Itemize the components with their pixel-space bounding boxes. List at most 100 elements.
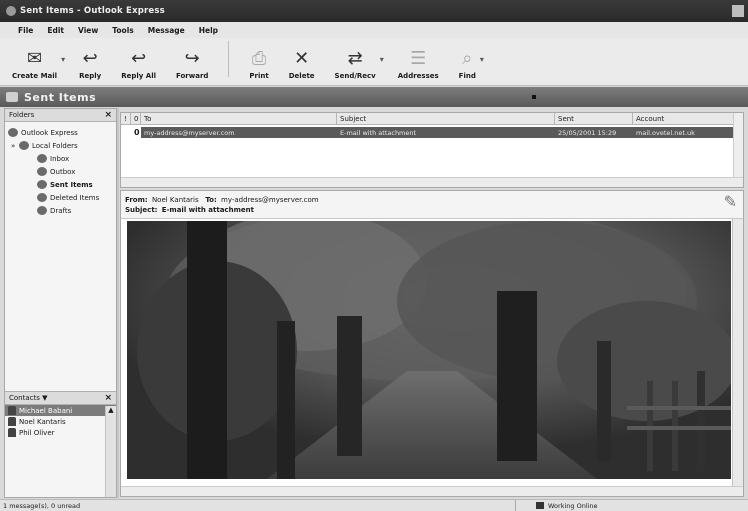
create-mail-dropdown-icon[interactable]: ▾ bbox=[61, 55, 65, 64]
left-pane: Folders × Outlook Express » Local Folder… bbox=[4, 108, 117, 498]
folder-deleted-items[interactable]: Deleted Items bbox=[5, 191, 116, 204]
folder-outlook-express[interactable]: Outlook Express bbox=[5, 126, 116, 139]
message-list-horizontal-scrollbar[interactable] bbox=[121, 177, 743, 187]
menu-help[interactable]: Help bbox=[199, 26, 218, 35]
contacts-pane-title[interactable]: Contacts ▼ bbox=[9, 394, 48, 402]
contact-icon bbox=[8, 406, 16, 415]
contact-icon bbox=[8, 428, 16, 437]
status-bar: 1 message(s), 0 unread Working Online bbox=[0, 499, 748, 511]
reply-button[interactable]: ↩ Reply bbox=[79, 48, 101, 80]
contact-item[interactable]: Michael Babani bbox=[5, 405, 116, 416]
menu-edit[interactable]: Edit bbox=[47, 26, 64, 35]
sent-items-icon bbox=[6, 92, 18, 102]
contact-icon bbox=[8, 417, 16, 426]
menu-bar: File Edit View Tools Message Help bbox=[0, 22, 748, 38]
folder-inbox[interactable]: Inbox bbox=[5, 152, 116, 165]
folder-local-folders[interactable]: » Local Folders bbox=[5, 139, 116, 152]
to-value: my-address@myserver.com bbox=[221, 196, 319, 204]
to-label: To: bbox=[205, 196, 217, 204]
find-button[interactable]: ⌕ Find bbox=[459, 48, 476, 80]
pencil-icon[interactable]: ✎ bbox=[724, 194, 737, 210]
create-mail-button[interactable]: ✉ Create Mail bbox=[12, 48, 57, 80]
find-dropdown-icon[interactable]: ▾ bbox=[480, 55, 484, 64]
column-attachment[interactable]: 0 bbox=[131, 113, 141, 124]
park-photo-image bbox=[127, 221, 731, 479]
contacts-pane-header[interactable]: Contacts ▼ × bbox=[5, 392, 116, 405]
network-icon bbox=[536, 502, 544, 509]
close-folders-pane-icon[interactable]: × bbox=[104, 110, 112, 120]
message-count-status: 1 message(s), 0 unread bbox=[0, 500, 516, 511]
contacts-scrollbar[interactable]: ▲ bbox=[105, 406, 116, 497]
contact-item[interactable]: Noel Kantaris bbox=[5, 416, 116, 427]
menu-view[interactable]: View bbox=[78, 26, 98, 35]
subject-value: E-mail with attachment bbox=[161, 206, 254, 214]
preview-vertical-scrollbar[interactable] bbox=[732, 219, 743, 486]
message-list: ! 0 To Subject Sent Account 0 my-address… bbox=[120, 112, 744, 188]
reply-all-button[interactable]: ↩ Reply All bbox=[121, 48, 156, 80]
subject-label: Subject: bbox=[125, 206, 158, 214]
preview-header: From: Noel Kantaris To: my-address@myser… bbox=[121, 191, 743, 219]
preview-horizontal-scrollbar[interactable] bbox=[121, 486, 743, 496]
message-list-vertical-scrollbar[interactable] bbox=[733, 113, 743, 187]
cursor-dot bbox=[532, 95, 536, 99]
column-account[interactable]: Account bbox=[633, 113, 743, 124]
row-account: mail.ovetel.net.uk bbox=[633, 127, 743, 138]
addresses-button[interactable]: ☰ Addresses bbox=[398, 48, 439, 80]
contacts-pane: Contacts ▼ × Michael Babani Noel Kantari… bbox=[5, 391, 116, 497]
folders-pane-title: Folders bbox=[9, 111, 35, 119]
collapse-icon[interactable]: » bbox=[11, 142, 19, 150]
title-bar: Sent Items - Outlook Express bbox=[0, 0, 748, 22]
local-folders-icon bbox=[19, 141, 29, 150]
send-receive-button[interactable]: ⇄ Send/Recv bbox=[335, 48, 376, 80]
deleted-items-icon bbox=[37, 193, 47, 202]
folder-drafts[interactable]: Drafts bbox=[5, 204, 116, 217]
from-value: Noel Kantaris bbox=[151, 196, 199, 204]
drafts-icon bbox=[37, 206, 47, 215]
folder-sent-items[interactable]: Sent Items bbox=[5, 178, 116, 191]
connection-status: Working Online bbox=[548, 501, 598, 510]
window-title: Sent Items - Outlook Express bbox=[20, 6, 165, 16]
send-receive-icon: ⇄ bbox=[347, 48, 363, 69]
attached-photo bbox=[127, 221, 731, 479]
find-icon: ⌕ bbox=[462, 48, 473, 69]
delete-button[interactable]: ✕ Delete bbox=[289, 48, 315, 80]
printer-icon: ⎙ bbox=[251, 48, 267, 69]
menu-message[interactable]: Message bbox=[148, 26, 185, 35]
create-mail-icon: ✉ bbox=[27, 48, 43, 69]
forward-icon: ↪ bbox=[184, 48, 200, 69]
sent-items-icon bbox=[37, 180, 47, 189]
contact-item[interactable]: Phil Oliver bbox=[5, 427, 116, 438]
folder-outbox[interactable]: Outbox bbox=[5, 165, 116, 178]
scroll-up-icon[interactable]: ▲ bbox=[106, 406, 116, 416]
column-priority[interactable]: ! bbox=[121, 113, 131, 124]
folders-pane-header: Folders × bbox=[5, 109, 116, 122]
outlook-express-icon bbox=[8, 128, 18, 137]
preview-pane: From: Noel Kantaris To: my-address@myser… bbox=[120, 190, 744, 497]
pane-splitter[interactable] bbox=[117, 108, 119, 498]
forward-button[interactable]: ↪ Forward bbox=[176, 48, 208, 80]
inbox-icon bbox=[37, 154, 47, 163]
toolbar-separator bbox=[228, 41, 230, 77]
row-sent: 25/05/2001 15:29 bbox=[555, 127, 633, 138]
print-button[interactable]: ⎙ Print bbox=[249, 48, 268, 80]
outlook-express-icon bbox=[6, 6, 16, 16]
outbox-icon bbox=[37, 167, 47, 176]
address-book-icon: ☰ bbox=[410, 48, 427, 69]
current-folder-title: Sent Items bbox=[24, 90, 97, 104]
window-control-button[interactable] bbox=[732, 5, 744, 17]
column-subject[interactable]: Subject bbox=[337, 113, 555, 124]
column-to[interactable]: To bbox=[141, 113, 337, 124]
menu-tools[interactable]: Tools bbox=[112, 26, 133, 35]
reply-all-icon: ↩ bbox=[131, 48, 147, 69]
from-label: From: bbox=[125, 196, 148, 204]
menu-file[interactable]: File bbox=[18, 26, 33, 35]
send-receive-dropdown-icon[interactable]: ▾ bbox=[380, 55, 384, 64]
close-contacts-pane-icon[interactable]: × bbox=[104, 393, 112, 403]
delete-icon: ✕ bbox=[294, 48, 310, 69]
column-sent[interactable]: Sent bbox=[555, 113, 633, 124]
table-row[interactable]: 0 my-address@myserver.com E-mail with at… bbox=[121, 127, 743, 138]
attachment-icon: 0 bbox=[134, 128, 140, 137]
row-subject: E-mail with attachment bbox=[337, 127, 555, 138]
toolbar: ✉ Create Mail ▾ ↩ Reply ↩ Reply All ↪ Fo… bbox=[0, 38, 748, 86]
folder-tree: Outlook Express » Local Folders Inbox Ou… bbox=[5, 122, 116, 217]
